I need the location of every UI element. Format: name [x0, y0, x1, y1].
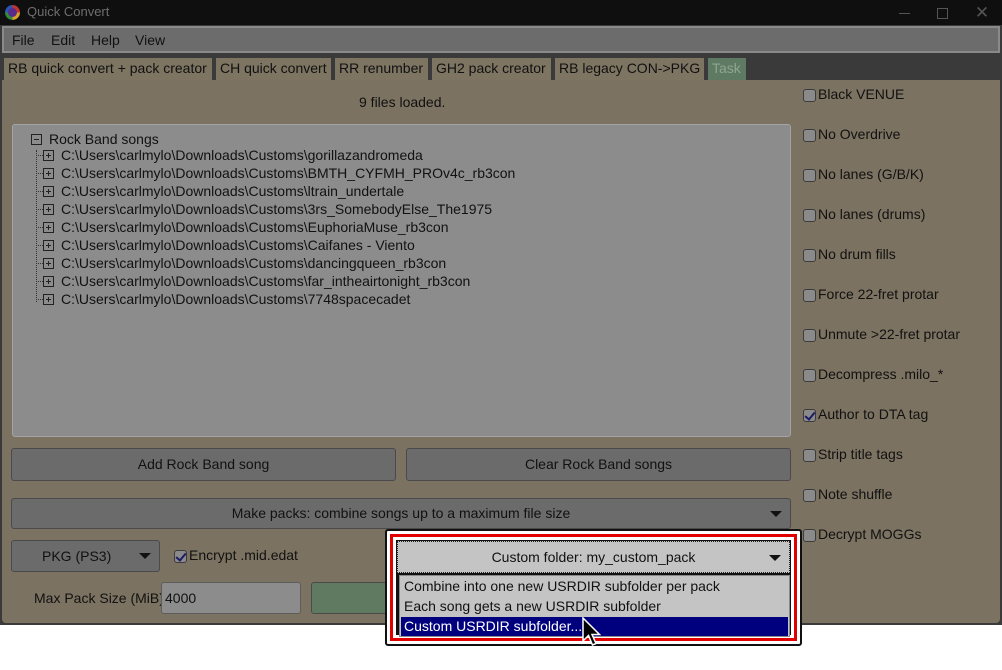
option-decrypt-moggs[interactable]: Decrypt MOGGs [803, 526, 993, 545]
checkbox-icon[interactable] [803, 169, 816, 182]
maximize-button[interactable] [922, 0, 962, 25]
menu-bar: File Edit Help View [2, 26, 1000, 53]
expand-icon[interactable] [43, 168, 54, 179]
checkbox-icon[interactable] [803, 289, 816, 302]
menu-help[interactable]: Help [91, 32, 120, 48]
expand-icon[interactable] [43, 186, 54, 197]
option-unmute-22-fret[interactable]: Unmute >22-fret protar [803, 326, 993, 345]
option-no-lanes-gbk[interactable]: No lanes (G/B/K) [803, 166, 993, 185]
add-song-button[interactable]: Add Rock Band song [11, 448, 396, 481]
window-title: Quick Convert [27, 4, 110, 19]
tab-bar: RB quick convert + pack creator CH quick… [0, 56, 1002, 81]
close-icon: ✕ [974, 3, 990, 22]
collapse-icon[interactable] [31, 134, 42, 145]
tab-rr-renumber[interactable]: RR renumber [333, 56, 430, 80]
tree-item[interactable]: C:\Users\carlmylo\Downloads\Customs\ltra… [36, 183, 776, 201]
menu-view[interactable]: View [135, 32, 165, 48]
expand-icon[interactable] [43, 240, 54, 251]
checkbox-icon[interactable] [803, 89, 816, 102]
folder-option-each-song[interactable]: Each song gets a new USRDIR subfolder [401, 597, 788, 616]
minimize-icon [898, 12, 910, 14]
checkbox-icon[interactable] [803, 529, 816, 542]
expand-icon[interactable] [43, 150, 54, 161]
option-strip-title-tags[interactable]: Strip title tags [803, 446, 993, 465]
menu-file[interactable]: File [12, 32, 35, 48]
songs-tree[interactable]: Rock Band songs C:\Users\carlmylo\Downlo… [12, 124, 791, 437]
checkbox-icon[interactable] [803, 489, 816, 502]
tree-item[interactable]: C:\Users\carlmylo\Downloads\Customs\danc… [36, 255, 776, 273]
tree-item[interactable]: C:\Users\carlmylo\Downloads\Customs\gori… [36, 147, 776, 165]
chevron-down-icon [769, 555, 781, 561]
tree-item[interactable]: C:\Users\carlmylo\Downloads\Customs\far_… [36, 273, 776, 291]
clear-songs-button[interactable]: Clear Rock Band songs [406, 448, 791, 481]
option-no-overdrive[interactable]: No Overdrive [803, 126, 993, 145]
expand-icon[interactable] [43, 258, 54, 269]
option-force-22-fret[interactable]: Force 22-fret protar [803, 286, 993, 305]
expand-icon[interactable] [43, 294, 54, 305]
option-note-shuffle[interactable]: Note shuffle [803, 486, 993, 505]
folder-dropdown-value: Custom folder: my_custom_pack [491, 549, 696, 565]
option-black-venue[interactable]: Black VENUE [803, 86, 993, 105]
option-author-to-dta[interactable]: Author to DTA tag [803, 406, 993, 425]
checkbox-icon[interactable] [803, 369, 816, 382]
checkbox-icon[interactable] [803, 249, 816, 262]
tree-item[interactable]: C:\Users\carlmylo\Downloads\Customs\Caif… [36, 237, 776, 255]
tab-gh2-pack-creator[interactable]: GH2 pack creator [430, 56, 553, 80]
tab-ch-quick-convert[interactable]: CH quick convert [214, 56, 333, 80]
pack-mode-value: Make packs: combine songs up to a maximu… [231, 505, 571, 521]
checkbox-checked-icon[interactable] [803, 409, 816, 422]
option-decompress-milo[interactable]: Decompress .milo_* [803, 366, 993, 385]
checkbox-icon[interactable] [803, 129, 816, 142]
minimize-button[interactable] [884, 0, 924, 25]
tree-item[interactable]: C:\Users\carlmylo\Downloads\Customs\3rs_… [36, 201, 776, 219]
expand-icon[interactable] [43, 222, 54, 233]
folder-option-combine[interactable]: Combine into one new USRDIR subfolder pe… [401, 577, 788, 596]
checkbox-icon[interactable] [803, 209, 816, 222]
status-text: 9 files loaded. [359, 94, 446, 110]
option-no-lanes-drums[interactable]: No lanes (drums) [803, 206, 993, 225]
tree-root-label: Rock Band songs [49, 131, 159, 147]
checkbox-checked-icon[interactable] [174, 550, 187, 563]
max-pack-size-input[interactable] [161, 582, 301, 614]
tree-item[interactable]: C:\Users\carlmylo\Downloads\Customs\7748… [36, 291, 776, 309]
format-dropdown[interactable]: PKG (PS3) [11, 540, 160, 572]
chevron-down-icon [139, 553, 151, 559]
max-pack-size-label: Max Pack Size (MiB) [34, 590, 164, 606]
format-value: PKG (PS3) [42, 548, 112, 564]
menu-edit[interactable]: Edit [51, 32, 75, 48]
expand-icon[interactable] [43, 276, 54, 287]
checkbox-icon[interactable] [803, 329, 816, 342]
checkbox-icon[interactable] [803, 449, 816, 462]
tree-item[interactable]: C:\Users\carlmylo\Downloads\Customs\Euph… [36, 219, 776, 237]
pack-mode-dropdown[interactable]: Make packs: combine songs up to a maximu… [11, 498, 791, 529]
close-button[interactable]: ✕ [962, 0, 1002, 25]
option-no-drum-fills[interactable]: No drum fills [803, 246, 993, 265]
tab-rb-quick-convert[interactable]: RB quick convert + pack creator [2, 56, 214, 81]
encrypt-label: Encrypt .mid.edat [189, 547, 298, 563]
app-logo-icon [5, 5, 20, 20]
expand-icon[interactable] [43, 204, 54, 215]
tab-task[interactable]: Task [706, 56, 748, 80]
folder-dropdown[interactable]: Custom folder: my_custom_pack [397, 541, 790, 573]
maximize-icon [936, 7, 948, 19]
title-bar: Quick Convert ✕ [0, 0, 1002, 25]
tree-item[interactable]: C:\Users\carlmylo\Downloads\Customs\BMTH… [36, 165, 776, 183]
chevron-down-icon [770, 511, 782, 517]
mouse-cursor-icon [582, 617, 602, 646]
tab-rb-legacy-con-pkg[interactable]: RB legacy CON->PKG [553, 56, 706, 80]
